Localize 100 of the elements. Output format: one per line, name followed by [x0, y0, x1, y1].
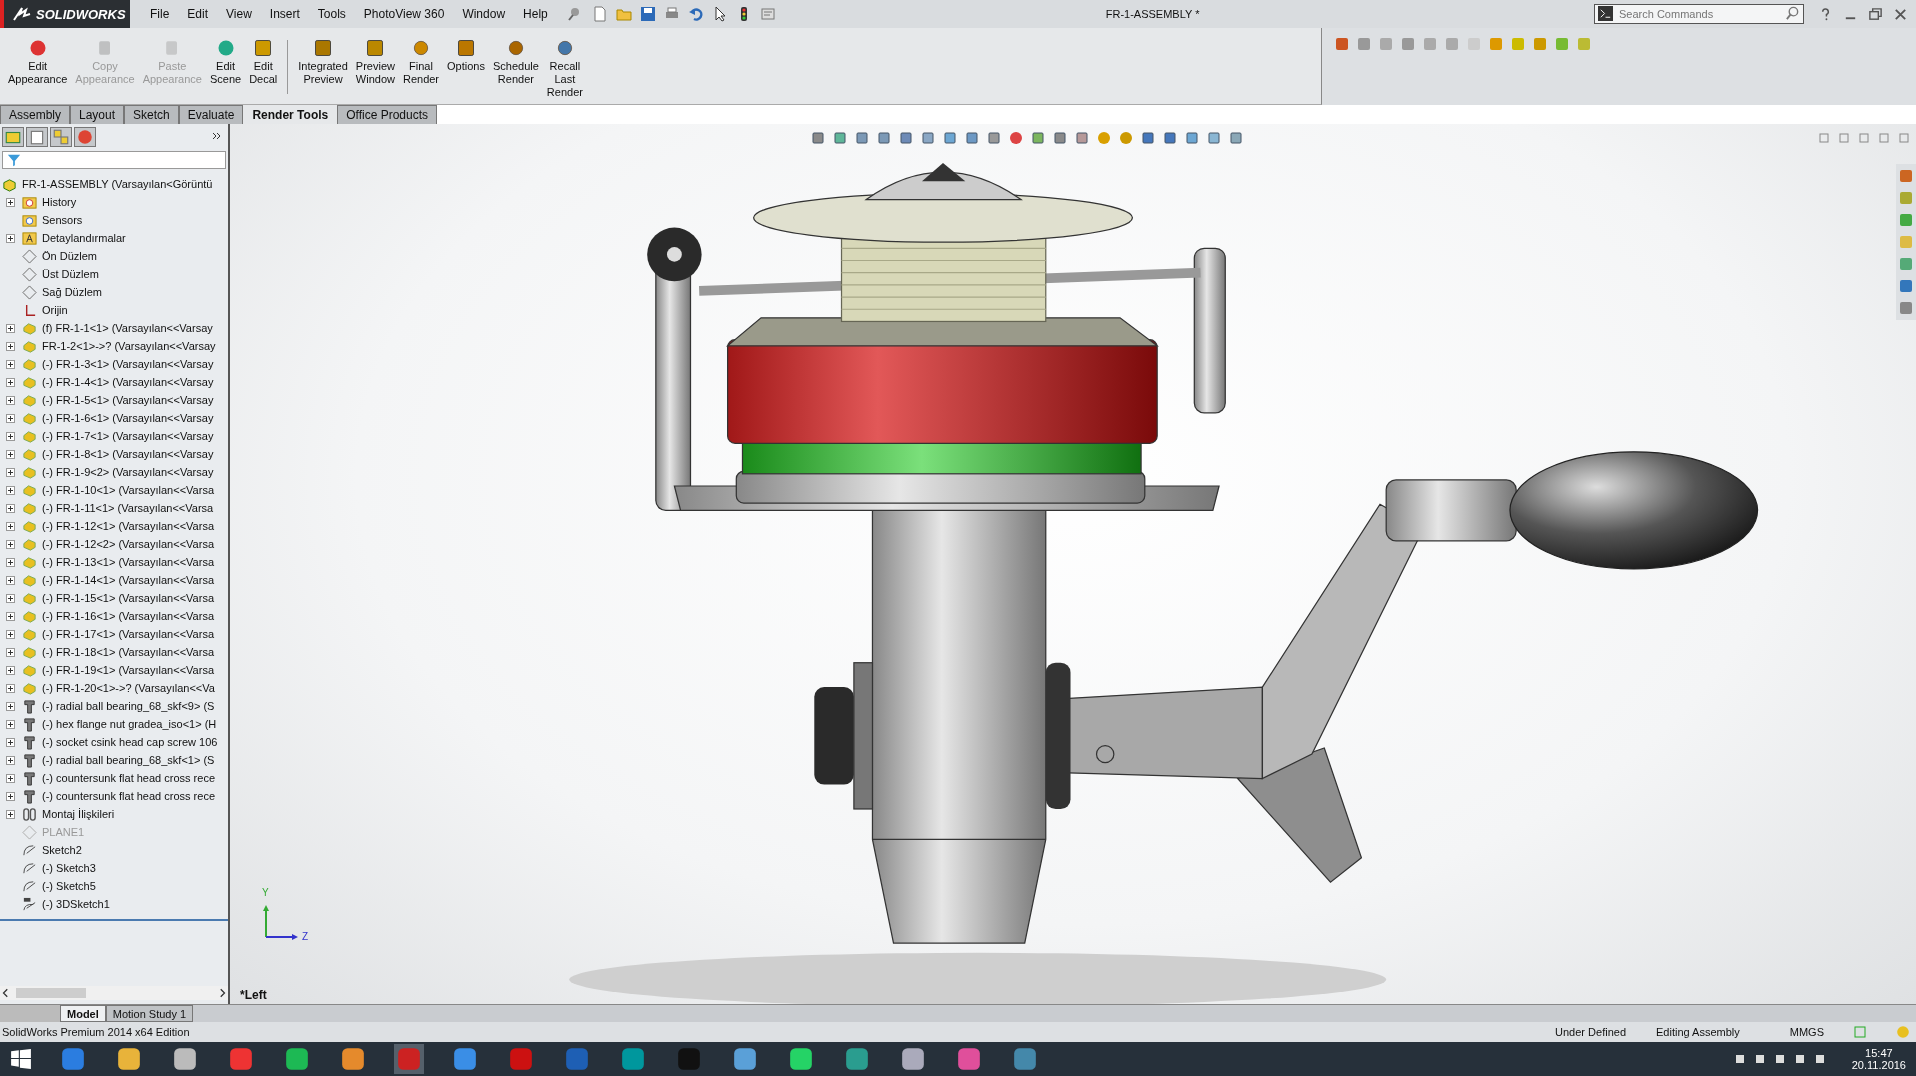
tree-item[interactable]: (-) FR-1-8<1> (Varsayılan<<Varsay: [42, 448, 214, 460]
tree-item[interactable]: (-) FR-1-16<1> (Varsayılan<<Varsa: [42, 610, 214, 622]
expand-icon[interactable]: [6, 395, 15, 405]
expand-icon[interactable]: [6, 755, 15, 765]
assembly-tab-icon[interactable]: [2, 127, 24, 147]
expand-icon[interactable]: [6, 665, 15, 675]
expand-icon[interactable]: [6, 773, 15, 783]
ribbon-button[interactable]: Recall Last Render: [542, 38, 587, 99]
ribbon-button[interactable]: Options: [443, 38, 489, 73]
search-field[interactable]: Search Commands: [1594, 4, 1804, 24]
tree-item[interactable]: (-) FR-1-11<1> (Varsayılan<<Varsa: [42, 502, 214, 514]
expand-icon[interactable]: [6, 467, 15, 477]
expand-icon[interactable]: [6, 341, 15, 351]
task-pane-tab-icon[interactable]: [1898, 212, 1914, 228]
ribbon-button[interactable]: Schedule Render: [488, 38, 543, 86]
tray-icon[interactable]: [1733, 1053, 1746, 1065]
expand-icon[interactable]: [6, 557, 15, 567]
tray-icon[interactable]: [1813, 1053, 1826, 1065]
tree-item[interactable]: (-) FR-1-12<2> (Varsayılan<<Varsa: [42, 538, 214, 550]
tree-item[interactable]: FR-1-ASSEMBLY (Varsayılan<Görüntü: [22, 178, 213, 190]
view-tool-icon[interactable]: [810, 130, 826, 146]
tree-item[interactable]: (-) FR-1-19<1> (Varsayılan<<Varsa: [42, 664, 214, 676]
expand-icon[interactable]: [6, 485, 15, 495]
view-tool-icon[interactable]: [1228, 130, 1244, 146]
tree-item[interactable]: (-) FR-1-12<1> (Varsayılan<<Varsa: [42, 520, 214, 532]
view-tool-icon[interactable]: [1140, 130, 1156, 146]
tree-item[interactable]: (-) FR-1-20<1>->? (Varsayılan<<Va: [42, 682, 215, 694]
expand-icon[interactable]: [6, 521, 15, 531]
expand-icon[interactable]: [6, 719, 15, 729]
menu-item[interactable]: Edit: [187, 7, 209, 21]
ribbon-button[interactable]: Final Render: [398, 38, 444, 86]
ribbon-button[interactable]: Preview Window: [351, 38, 399, 86]
ribbon-button[interactable]: Integrated Preview: [294, 38, 352, 86]
expand-icon[interactable]: [6, 431, 15, 441]
expand-icon[interactable]: [6, 791, 15, 801]
undo-icon[interactable]: [687, 6, 704, 22]
expand-icon[interactable]: [6, 413, 15, 423]
scroll-right-icon[interactable]: [217, 988, 227, 998]
view-tool-icon[interactable]: [1118, 130, 1134, 146]
new-document-icon[interactable]: [591, 6, 608, 22]
view-tool-icon[interactable]: [964, 130, 980, 146]
tray-icon[interactable]: [1793, 1053, 1806, 1065]
view-tool-icon[interactable]: [1030, 130, 1046, 146]
expand-icon[interactable]: [6, 323, 15, 333]
tree-item[interactable]: (-) FR-1-13<1> (Varsayılan<<Varsa: [42, 556, 214, 568]
expand-icon[interactable]: [6, 647, 15, 657]
expand-icon[interactable]: [6, 809, 15, 819]
task-pane-tab-icon[interactable]: [1898, 278, 1914, 294]
tree-item[interactable]: Orijin: [42, 304, 68, 316]
expand-icon[interactable]: [6, 539, 15, 549]
view-tool-icon[interactable]: [1074, 130, 1090, 146]
expand-icon[interactable]: [6, 629, 15, 639]
tree-item[interactable]: Detaylandırmalar: [42, 232, 126, 244]
ribbon-button[interactable]: Edit Decal: [245, 38, 282, 86]
menu-item[interactable]: PhotoView 360: [363, 7, 445, 21]
tree-item[interactable]: (-) Sketch5: [42, 880, 96, 892]
tree-item[interactable]: (-) FR-1-9<2> (Varsayılan<<Varsay: [42, 466, 214, 478]
pin-icon[interactable]: [565, 6, 582, 22]
property-tab-icon[interactable]: [26, 127, 48, 147]
view-tool-icon[interactable]: [876, 130, 892, 146]
expand-icon[interactable]: [6, 377, 15, 387]
tree-item[interactable]: (-) radial ball bearing_68_skf<9> (S: [42, 700, 215, 712]
ribbon-button[interactable]: Edit Scene: [205, 38, 246, 86]
tree-item[interactable]: (-) 3DSketch1: [42, 898, 110, 910]
model-tab[interactable]: Model: [60, 1005, 106, 1022]
tree-item[interactable]: (-) radial ball bearing_68_skf<1> (S: [42, 754, 215, 766]
expand-icon[interactable]: [6, 575, 15, 585]
menu-item[interactable]: View: [226, 7, 252, 21]
expand-icon[interactable]: [6, 359, 15, 369]
tree-item[interactable]: Sensors: [42, 214, 83, 226]
view-tool-icon[interactable]: [1162, 130, 1178, 146]
tree-item[interactable]: (-) FR-1-15<1> (Varsayılan<<Varsa: [42, 592, 214, 604]
menu-item[interactable]: Insert: [269, 7, 300, 21]
ribbon-tab[interactable]: Layout: [70, 105, 125, 124]
appearance-tab-icon[interactable]: [74, 127, 96, 147]
tree-item[interactable]: (-) countersunk flat head cross rece: [42, 790, 216, 802]
restore-icon[interactable]: [1868, 6, 1883, 22]
tree-item[interactable]: (-) socket csink head cap screw 106: [42, 736, 218, 748]
configuration-tab-icon[interactable]: [50, 127, 72, 147]
ribbon-tab[interactable]: Sketch: [124, 105, 179, 124]
close-icon[interactable]: [1893, 6, 1908, 22]
view-tool-icon[interactable]: [1184, 130, 1200, 146]
tree-item[interactable]: Montaj İlişkileri: [42, 808, 115, 820]
view-tool-icon[interactable]: [920, 130, 936, 146]
tree-item[interactable]: Sağ Düzlem: [42, 286, 102, 298]
ribbon-button[interactable]: Edit Appearance: [4, 38, 72, 86]
expand-icon[interactable]: [6, 449, 15, 459]
view-tool-icon[interactable]: [942, 130, 958, 146]
expand-icon[interactable]: [6, 683, 15, 693]
ribbon-tab[interactable]: Assembly: [0, 105, 70, 124]
tree-item[interactable]: (-) FR-1-6<1> (Varsayılan<<Varsay: [42, 412, 214, 424]
horizontal-scrollbar[interactable]: [0, 986, 228, 1000]
tray-icon[interactable]: [1773, 1053, 1786, 1065]
tree-item[interactable]: (-) countersunk flat head cross rece: [42, 772, 216, 784]
tree-item[interactable]: Sketch2: [42, 844, 82, 856]
view-tool-icon[interactable]: [832, 130, 848, 146]
toolbar-tool-icon[interactable]: [1334, 36, 1350, 52]
view-tool-icon[interactable]: [1008, 130, 1024, 146]
tree-item[interactable]: (-) FR-1-5<1> (Varsayılan<<Varsay: [42, 394, 214, 406]
view-tool-icon[interactable]: [1206, 130, 1222, 146]
